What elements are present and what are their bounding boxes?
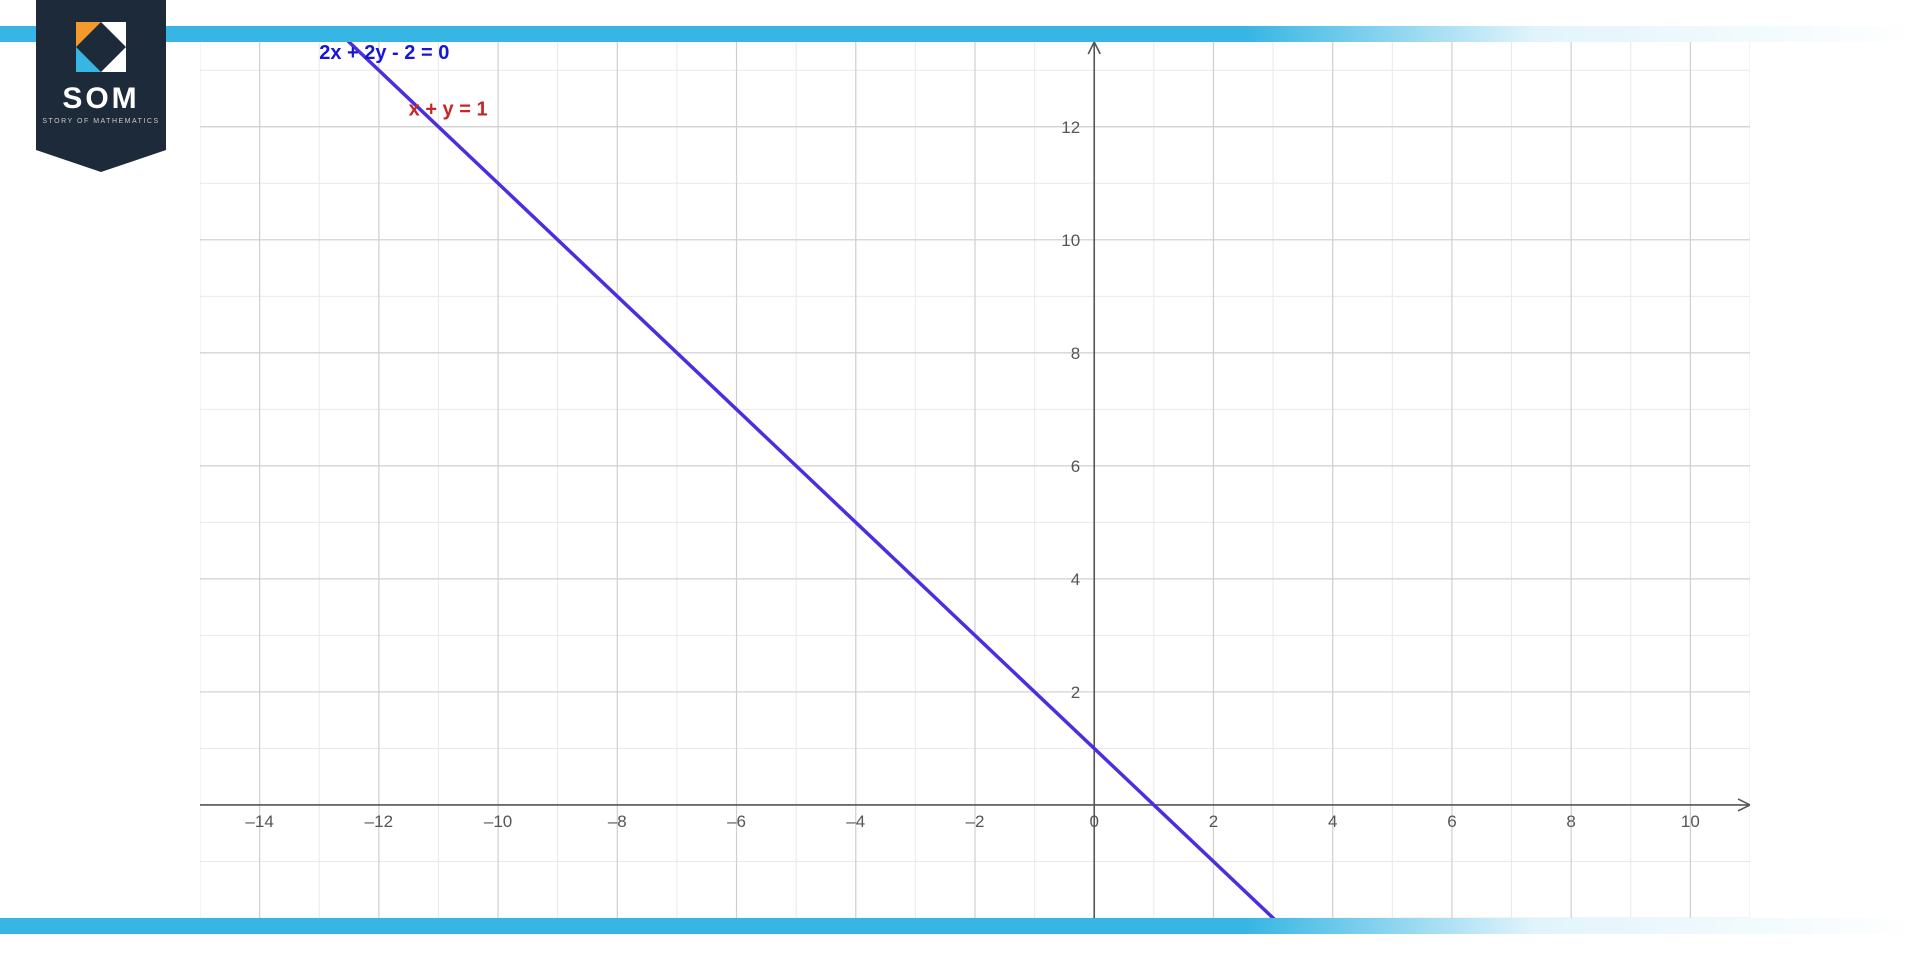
major-grid [200,42,1750,918]
logo-subtitle: STORY OF MATHEMATICS [36,118,166,125]
logo-title: SOM [36,82,166,116]
equation-label-1: x + y = 1 [409,98,488,120]
decor-top-bar [0,26,1920,42]
logo-badge: SOM STORY OF MATHEMATICS [36,0,166,150]
svg-text:8: 8 [1566,812,1575,831]
svg-text:–10: –10 [484,812,512,831]
svg-text:–14: –14 [245,812,273,831]
svg-text:–12: –12 [365,812,393,831]
logo-icon [76,22,126,72]
svg-text:2: 2 [1209,812,1218,831]
decor-bottom-bar [0,918,1920,934]
svg-text:–6: –6 [727,812,746,831]
tick-labels: –14 –12 –10 –8 –6 –4 –2 0 2 4 6 8 10 2 4 6 8 10 12 [245,118,1699,831]
svg-text:–2: –2 [966,812,985,831]
svg-text:8: 8 [1071,344,1080,363]
svg-text:6: 6 [1071,457,1080,476]
equation-label-0: 2x + 2y - 2 = 0 [319,42,449,64]
svg-text:10: 10 [1061,231,1080,250]
svg-text:12: 12 [1061,118,1080,137]
svg-text:2: 2 [1071,683,1080,702]
svg-text:4: 4 [1071,570,1080,589]
svg-text:–8: –8 [608,812,627,831]
chart-container: –14 –12 –10 –8 –6 –4 –2 0 2 4 6 8 10 2 4 6 8 10 12 2x + 2y … [200,42,1750,918]
svg-text:4: 4 [1328,812,1337,831]
svg-text:10: 10 [1681,812,1700,831]
svg-text:–4: –4 [846,812,865,831]
chart-svg: –14 –12 –10 –8 –6 –4 –2 0 2 4 6 8 10 2 4 6 8 10 12 2x + 2y … [200,42,1750,918]
svg-text:0: 0 [1089,812,1098,831]
svg-text:6: 6 [1447,812,1456,831]
